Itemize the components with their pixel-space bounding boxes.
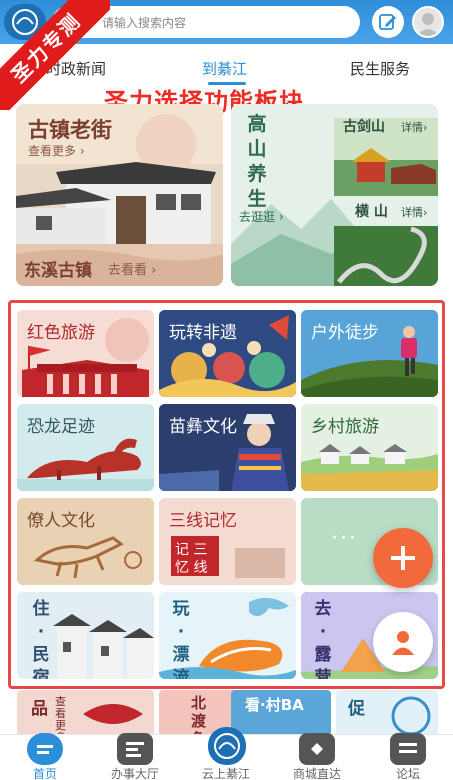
bottom-navigation: 首页 办事大厅 云上綦江 商城直达 论坛	[0, 727, 453, 780]
tile-stay-homestay[interactable]: 住·民宿	[17, 592, 154, 679]
strip-promotion-label: 促	[348, 699, 365, 719]
nav-service-hall[interactable]: 办事大厅	[90, 733, 180, 780]
strip-product-more: 查看更多	[55, 695, 66, 737]
tile-play-rafting[interactable]: 玩·漂流	[159, 592, 296, 679]
tile-label-miao-yi-culture: 苗彝文化	[169, 417, 237, 437]
nav-service-hall-label: 办事大厅	[110, 767, 159, 780]
tile-intangible-heritage[interactable]: 玩转非遗	[159, 310, 296, 397]
cloud-qijiang-icon	[208, 727, 246, 765]
add-floating-button[interactable]	[373, 528, 433, 588]
nav-mall[interactable]: 商城直达	[272, 733, 362, 780]
heng-mountain-label: 横 山	[355, 204, 388, 220]
tile-label-third-front-memory: 三线记忆	[169, 511, 237, 531]
old-town-title: 古镇老街	[28, 118, 112, 142]
feature-card-mountain-wellness[interactable]: 高山养生 去逛逛 › 古剑山 详情› 横 山 详情›	[231, 104, 438, 286]
globe-icon	[391, 696, 431, 736]
old-town-more-link[interactable]: 查看更多 ›	[28, 142, 85, 159]
svg-text:记 三: 记 三	[175, 542, 207, 558]
avatar-icon	[417, 13, 439, 36]
dongxi-town-label: 东溪古镇	[24, 261, 92, 281]
strip-promotion[interactable]: 促	[336, 690, 438, 736]
tile-third-front-memory[interactable]: 记 三 忆 线 三线记忆	[159, 498, 296, 585]
nav-forum[interactable]: 论坛	[363, 733, 453, 780]
tile-label-rural-tourism: 乡村旅游	[311, 417, 379, 437]
strip-village-ba[interactable]: 看·村BA	[231, 690, 331, 736]
gujian-detail-link[interactable]: 详情›	[401, 119, 427, 135]
nav-home-label: 首页	[32, 767, 57, 780]
edit-button[interactable]	[372, 6, 404, 38]
dongxi-town-more-link[interactable]: 去看看 ›	[108, 259, 156, 278]
app-logo-icon	[4, 4, 46, 40]
svg-text:忆 线: 忆 线	[175, 560, 207, 576]
tab-to-qijiang[interactable]: 到綦江	[202, 58, 247, 79]
nav-home[interactable]: 首页	[0, 733, 90, 780]
feature-card-old-town[interactable]: 古镇老街 查看更多 › 东溪古镇 去看看 ›	[16, 104, 223, 286]
search-placeholder: 请输入搜索内容	[102, 16, 187, 30]
nav-cloud-qijiang[interactable]: 云上綦江	[181, 727, 271, 780]
person-icon	[392, 631, 414, 655]
fish-icon	[83, 704, 143, 724]
strip-beidu-label: 北渡鱼	[191, 694, 207, 736]
mall-icon	[299, 733, 335, 765]
tile-label-go-camping: 去·露营	[314, 599, 332, 679]
heng-detail-link[interactable]: 详情›	[401, 204, 427, 220]
plus-icon	[391, 546, 415, 570]
search-input[interactable]: 请输入搜索内容	[52, 6, 360, 38]
mountain-go-link[interactable]: 去逛逛 ›	[239, 208, 284, 225]
strip-village-ba-label: 看·村BA	[245, 696, 304, 714]
tab-livelihood-services[interactable]: 民生服务	[350, 58, 410, 79]
tile-label-stay-homestay: 住·民宿	[32, 599, 50, 679]
strip-product-label: 品	[31, 699, 48, 719]
tile-red-tourism[interactable]: 红色旅游	[17, 310, 154, 397]
tile-miao-yi-culture[interactable]: 苗彝文化	[159, 404, 296, 491]
nav-cloud-qijiang-label: 云上綦江	[201, 767, 250, 780]
tile-rural-tourism[interactable]: 乡村旅游	[301, 404, 438, 491]
tile-label-play-rafting: 玩·漂流	[172, 599, 190, 679]
nav-mall-label: 商城直达	[292, 767, 341, 780]
tile-outdoor-hiking[interactable]: 户外徒步	[301, 310, 438, 397]
home-icon	[27, 733, 63, 765]
tab-politics-news[interactable]: 时政新闻	[46, 58, 106, 79]
tile-label-intangible-heritage: 玩转非遗	[169, 323, 237, 343]
mountain-wellness-title: 高山养生	[247, 113, 267, 210]
tile-label-red-tourism: 红色旅游	[27, 323, 95, 343]
tile-liao-culture[interactable]: 僚人文化	[17, 498, 154, 585]
nav-forum-label: 论坛	[395, 767, 420, 780]
top-header: 请输入搜索内容	[0, 0, 453, 44]
forum-icon	[390, 733, 426, 765]
tile-dinosaur-tracks[interactable]: 恐龙足迹	[17, 404, 154, 491]
edit-icon	[379, 14, 396, 30]
tile-label-liao-culture: 僚人文化	[27, 511, 95, 531]
service-hall-icon	[117, 733, 153, 765]
tile-more-dots: ···	[331, 526, 358, 551]
gujian-mountain-label: 古剑山	[343, 119, 385, 135]
strip-product[interactable]: 品 查看更多	[17, 690, 154, 736]
user-avatar[interactable]	[412, 6, 444, 38]
tile-label-dinosaur-tracks: 恐龙足迹	[27, 417, 95, 437]
user-floating-button[interactable]	[373, 612, 433, 672]
tile-label-outdoor-hiking: 户外徒步	[311, 323, 379, 343]
